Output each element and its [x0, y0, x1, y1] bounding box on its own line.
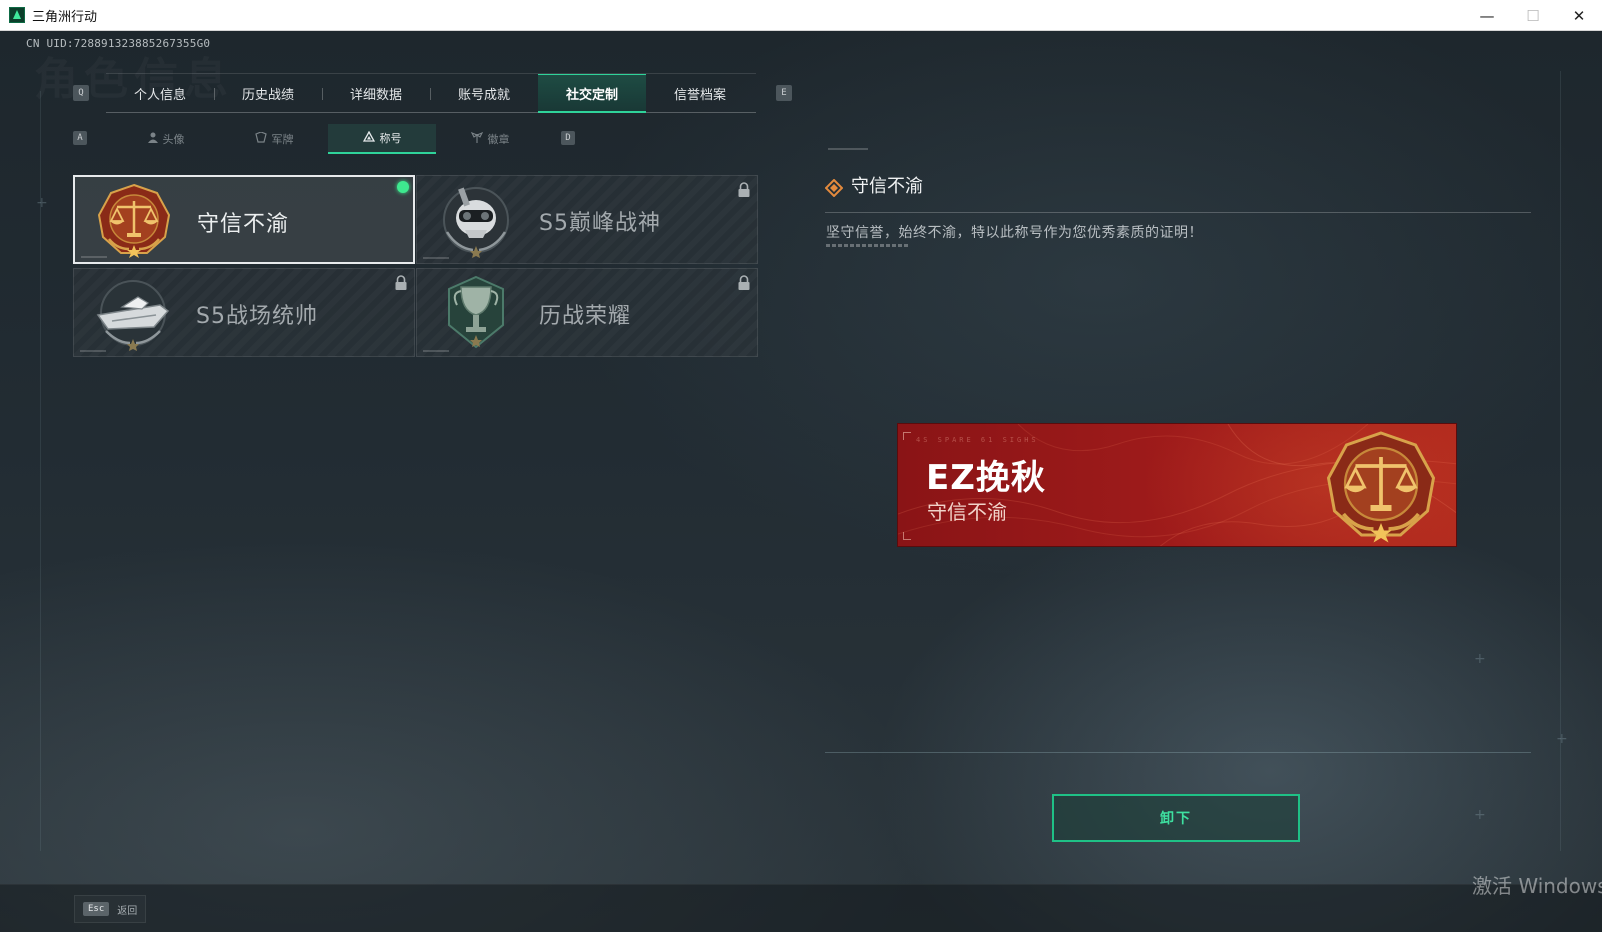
- lock-icon: [395, 275, 407, 290]
- game-viewport: 角色信息 CN UID:728891323885267355G0 + + + +…: [0, 31, 1602, 932]
- detail-bottom-divider: [825, 752, 1531, 753]
- title-card-s5-peak-god[interactable]: S5巅峰战神: [416, 175, 758, 264]
- nameplate-player-name: EZ挽秋: [926, 458, 1046, 498]
- diamond-icon: [825, 179, 843, 197]
- tab-personal-info[interactable]: 个人信息: [106, 74, 214, 113]
- boat-badge-icon: [96, 280, 170, 351]
- unequip-button[interactable]: 卸下: [1052, 794, 1300, 842]
- player-uid: CN UID:728891323885267355G0: [26, 37, 211, 50]
- card-corner-mark: [80, 350, 106, 352]
- detail-description: 坚守信誉，始终不渝，特以此称号作为您优秀素质的证明！: [826, 225, 1203, 241]
- nameplate-code: 4S SPARE 61 SIGHS: [916, 436, 1039, 444]
- lock-icon: [738, 275, 750, 290]
- title-card-battle-glory[interactable]: 历战荣耀: [416, 268, 758, 357]
- subtab-label: 称号: [379, 132, 402, 145]
- nameplate-preview: 4S SPARE 61 SIGHS EZ挽秋 守信不渝: [897, 423, 1457, 547]
- back-button[interactable]: Esc 返回: [74, 895, 147, 923]
- footer-bar: Esc 返回: [0, 884, 1602, 932]
- scales-badge-icon: [97, 183, 171, 258]
- equipped-indicator-dot: [397, 181, 409, 193]
- wing-icon: [470, 131, 483, 146]
- subtab-label: 军牌: [271, 133, 294, 146]
- crosshair-mark: +: [1474, 651, 1486, 667]
- window-title: 三角洲行动: [32, 9, 98, 25]
- prev-subtab-key-hint[interactable]: A: [73, 131, 87, 145]
- window-titlebar: 三角洲行动 — ☐ ✕: [0, 0, 1602, 31]
- detail-divider: [825, 212, 1531, 213]
- subtab-label: 头像: [162, 133, 185, 146]
- minimize-button[interactable]: —: [1464, 0, 1510, 31]
- crosshair-mark: +: [1556, 731, 1568, 747]
- subtab-badge[interactable]: 徽章: [436, 124, 544, 154]
- subtab-label: 徽章: [487, 133, 510, 146]
- subtab-dogtag[interactable]: 军牌: [220, 124, 328, 154]
- title-card-label: S5战场统帅: [196, 304, 318, 329]
- next-tab-key-hint[interactable]: E: [776, 85, 792, 101]
- subtab-avatar[interactable]: 头像: [112, 124, 220, 154]
- lock-icon: [738, 182, 750, 197]
- tab-match-history[interactable]: 历史战绩: [214, 74, 322, 113]
- sub-tab-bar: 头像 军牌 称号 徽章: [112, 124, 544, 154]
- esc-key-hint: Esc: [83, 902, 110, 916]
- title-card-s5-commander[interactable]: S5战场统帅: [73, 268, 415, 357]
- triangle-icon: [362, 130, 375, 145]
- app-logo-icon: [9, 7, 25, 23]
- skull-badge-icon: [443, 187, 509, 258]
- next-subtab-key-hint[interactable]: D: [561, 131, 575, 145]
- title-card-label: 历战荣耀: [539, 304, 632, 329]
- person-icon: [147, 132, 158, 146]
- title-card-label: S5巅峰战神: [539, 211, 661, 236]
- window-controls: — ☐ ✕: [1464, 0, 1602, 31]
- trophy-badge-icon: [448, 275, 504, 349]
- tab-social-customization[interactable]: 社交定制: [538, 74, 646, 113]
- card-corner-mark: [423, 257, 449, 259]
- plate-corner-bracket: [903, 432, 911, 440]
- close-button[interactable]: ✕: [1556, 0, 1602, 31]
- scales-badge-icon: [1326, 431, 1436, 543]
- tab-achievements[interactable]: 账号成就: [430, 74, 538, 113]
- tab-detailed-data[interactable]: 详细数据: [322, 74, 430, 113]
- plate-corner-bracket: [903, 532, 911, 540]
- activate-windows-watermark: 激活 Windows: [1472, 874, 1602, 898]
- crosshair-mark: +: [36, 195, 48, 211]
- maximize-button[interactable]: ☐: [1510, 0, 1556, 31]
- nameplate-title: 守信不渝: [927, 500, 1007, 524]
- tab-reputation-record[interactable]: 信誉档案: [646, 74, 754, 113]
- prev-tab-key-hint[interactable]: Q: [73, 85, 89, 101]
- card-corner-mark: [81, 256, 107, 258]
- crosshair-mark: +: [1474, 807, 1486, 823]
- detail-tag-mark: [828, 148, 868, 150]
- main-tab-bar: 个人信息 历史战绩 详细数据 账号成就 社交定制 信誉档案: [106, 73, 756, 113]
- dogtag-icon: [254, 131, 267, 146]
- detail-dash-mark: [826, 244, 910, 247]
- subtab-title[interactable]: 称号: [328, 124, 436, 154]
- title-card-label: 守信不渝: [197, 212, 290, 237]
- detail-title: 守信不渝: [851, 176, 923, 197]
- card-corner-mark: [423, 350, 449, 352]
- title-card-shouxinbuyu[interactable]: 守信不渝: [73, 175, 415, 264]
- back-label: 返回: [117, 905, 138, 917]
